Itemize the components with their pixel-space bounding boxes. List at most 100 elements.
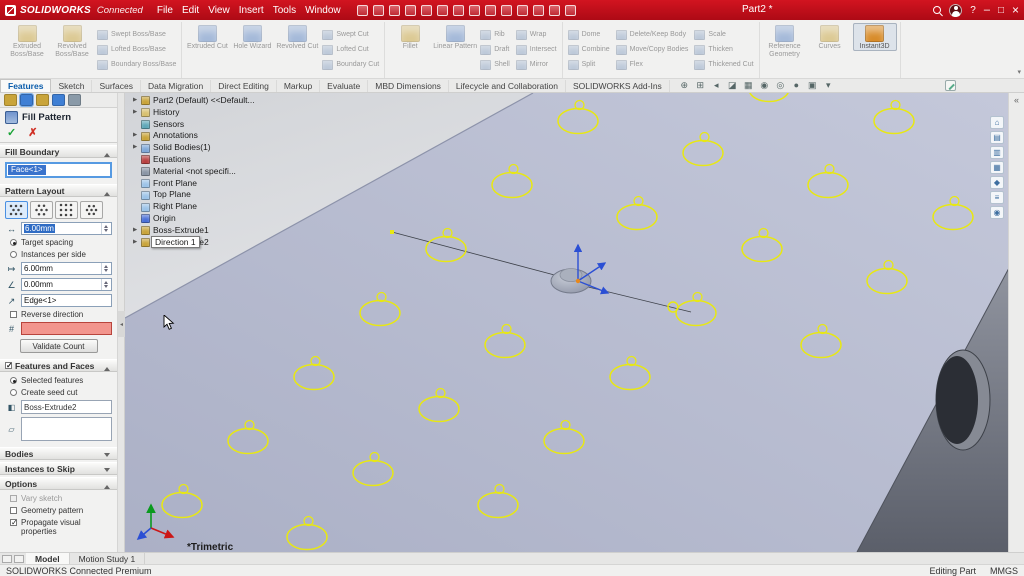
instance-count-field[interactable] <box>21 322 112 335</box>
thicken-button[interactable]: Thicken <box>692 42 755 57</box>
expander-arrow-icon[interactable]: ▶ <box>133 225 141 237</box>
zoom-area-icon[interactable]: ⊞ <box>694 79 707 91</box>
user-avatar-icon[interactable] <box>949 4 962 17</box>
menu-file[interactable]: File <box>157 5 173 16</box>
tab-lifecycle-and-collaboration[interactable]: Lifecycle and Collaboration <box>449 80 566 92</box>
move-copy-bodies-button[interactable]: Move/Copy Bodies <box>614 42 691 57</box>
expander-arrow-icon[interactable]: ▶ <box>133 107 141 119</box>
section-fill-boundary[interactable]: Fill Boundary <box>0 145 117 158</box>
expander-arrow-icon[interactable]: ▶ <box>133 237 141 249</box>
tree-item-history[interactable]: ▶History <box>133 107 255 119</box>
tab-markup[interactable]: Markup <box>277 80 320 92</box>
apply-scene-icon[interactable]: ▣ <box>806 79 819 91</box>
search-icon[interactable] <box>933 6 941 14</box>
spinner-arrows[interactable] <box>101 263 109 274</box>
file-properties-icon[interactable] <box>485 5 496 16</box>
delete-keep-body-button[interactable]: Delete/Keep Body <box>614 27 691 42</box>
angle-input[interactable]: 0.00mm <box>21 278 112 291</box>
model-scene[interactable] <box>125 93 1008 552</box>
tab-motion-study-1[interactable]: Motion Study 1 <box>70 553 146 564</box>
menu-tools[interactable]: Tools <box>273 5 296 16</box>
boundary-cut-button[interactable]: Boundary Cut <box>320 57 381 72</box>
tree-item-equations[interactable]: Equations <box>133 154 255 166</box>
rebuild-icon[interactable] <box>469 5 480 16</box>
circular-layout-button[interactable] <box>30 201 53 219</box>
swept-cut-button[interactable]: Swept Cut <box>320 27 381 42</box>
custom-properties-icon[interactable]: ≡ <box>990 191 1004 204</box>
linear-pattern-button[interactable]: Linear Pattern <box>433 23 477 51</box>
graphics-area[interactable]: ▶Part2 (Default) <<Default...▶HistorySen… <box>125 93 1008 552</box>
split-button[interactable]: Split <box>566 57 612 72</box>
home-icon[interactable]: ⌂ <box>990 116 1004 129</box>
margins-input[interactable]: 6.00mm <box>21 262 112 275</box>
boundary-boss-base-button[interactable]: Boundary Boss/Base <box>95 57 178 72</box>
fill-boundary-selection-box[interactable]: Face<1> <box>5 162 112 178</box>
polygonal-layout-button[interactable] <box>80 201 103 219</box>
extruded-cut-button[interactable]: Extruded Cut <box>185 23 229 51</box>
open-icon[interactable] <box>373 5 384 16</box>
drag-handle[interactable] <box>576 279 580 283</box>
faces-to-pattern-box[interactable] <box>21 417 112 441</box>
file-explorer-icon[interactable]: ▥ <box>990 146 1004 159</box>
square-layout-button[interactable] <box>55 201 78 219</box>
section-options[interactable]: Options <box>0 477 117 490</box>
reverse-direction-checkbox[interactable]: Reverse direction <box>5 310 112 319</box>
menu-window[interactable]: Window <box>305 5 341 16</box>
appearances-icon[interactable]: ◆ <box>990 176 1004 189</box>
section-bodies[interactable]: Bodies <box>0 447 117 460</box>
tab-data-migration[interactable]: Data Migration <box>141 80 211 92</box>
spacing-input[interactable]: 6.00mm <box>21 222 112 235</box>
selected-face-item[interactable]: Face<1> <box>8 165 46 175</box>
thickened-cut-button[interactable]: Thickened Cut <box>692 57 755 72</box>
displaymanager-tab[interactable] <box>68 94 81 106</box>
section-view-icon[interactable] <box>565 5 576 16</box>
tab-sketch[interactable]: Sketch <box>51 80 92 92</box>
menu-edit[interactable]: Edit <box>182 5 199 16</box>
edit-appearance-icon[interactable] <box>517 5 528 16</box>
close-icon[interactable] <box>1012 3 1019 17</box>
minimize-icon[interactable] <box>984 4 990 16</box>
expander-arrow-icon[interactable]: ▶ <box>133 142 141 154</box>
zoom-fit-icon[interactable]: ⊕ <box>678 79 691 91</box>
instances-per-side-radio[interactable]: Instances per side <box>5 250 112 259</box>
tab-scroll-right-icon[interactable] <box>14 555 24 563</box>
tree-item-material-not-specifi[interactable]: Material <not specifi... <box>133 166 255 178</box>
tree-item-annotations[interactable]: ▶Annotations <box>133 130 255 142</box>
display-style-icon[interactable]: ◉ <box>758 79 771 91</box>
design-library-icon[interactable]: ▤ <box>990 131 1004 144</box>
geometry-pattern-checkbox[interactable]: Geometry pattern <box>5 506 112 515</box>
revolved-boss-base-button[interactable]: Revolved Boss/Base <box>50 23 94 59</box>
vary-sketch-checkbox[interactable]: Vary sketch <box>5 494 112 503</box>
shell-button[interactable]: Shell <box>478 57 512 72</box>
hole-wizard-button[interactable]: Hole Wizard <box>230 23 274 51</box>
select-icon[interactable] <box>453 5 464 16</box>
view-settings-icon[interactable]: ▾ <box>822 79 835 91</box>
section-instances-to-skip[interactable]: Instances to Skip <box>0 462 117 475</box>
mass-properties-icon[interactable] <box>549 5 560 16</box>
ok-button[interactable] <box>7 126 16 139</box>
combine-button[interactable]: Combine <box>566 42 612 57</box>
tree-item-sensors[interactable]: Sensors <box>133 119 255 131</box>
reference-geometry-button[interactable]: Reference Geometry <box>763 23 807 59</box>
curves-button[interactable]: Curves <box>808 23 852 51</box>
expander-arrow-icon[interactable]: ▶ <box>133 95 141 107</box>
tab-surfaces[interactable]: Surfaces <box>92 80 141 92</box>
target-spacing-radio[interactable]: Target spacing <box>5 238 112 247</box>
menu-view[interactable]: View <box>208 5 230 16</box>
options-icon[interactable] <box>501 5 512 16</box>
forum-icon[interactable]: ◉ <box>990 206 1004 219</box>
fillet-button[interactable]: Fillet <box>388 23 432 51</box>
propertymanager-tab[interactable] <box>20 94 33 106</box>
sketch-pencil-icon[interactable] <box>945 80 956 91</box>
lofted-boss-base-button[interactable]: Lofted Boss/Base <box>95 42 178 57</box>
view-palette-icon[interactable]: ▦ <box>990 161 1004 174</box>
previous-view-icon[interactable]: ◂ <box>710 79 723 91</box>
create-seed-cut-radio[interactable]: Create seed cut <box>5 388 112 397</box>
lofted-cut-button[interactable]: Lofted Cut <box>320 42 381 57</box>
measure-icon[interactable] <box>533 5 544 16</box>
propagate-visual-properties-checkbox[interactable]: Propagate visual properties <box>5 518 112 536</box>
scale-button[interactable]: Scale <box>692 27 755 42</box>
edit-appearance-icon[interactable]: ● <box>790 79 803 91</box>
panel-splitter[interactable] <box>118 93 125 552</box>
draft-button[interactable]: Draft <box>478 42 512 57</box>
